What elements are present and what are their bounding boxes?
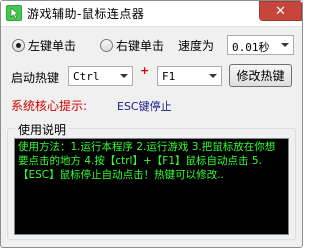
right-click-radio[interactable]	[100, 39, 113, 52]
instructions-textarea[interactable]: 使用方法：1.运行本程序 2.运行游戏 3.把鼠标放在你想要点击的地方 4.按【…	[14, 138, 289, 235]
chevron-down-icon	[209, 74, 217, 78]
speed-label: 速度为	[178, 39, 215, 53]
speed-value: 0.01秒	[232, 41, 270, 54]
window-title: 游戏辅助-鼠标连点器	[27, 7, 145, 21]
instructions-group-title: 使用说明	[15, 121, 70, 138]
hint-label: 系统核心提示:	[11, 99, 88, 113]
plus-sign: +	[140, 64, 150, 77]
left-click-radio[interactable]	[12, 39, 25, 52]
app-window: 游戏辅助-鼠标连点器 ✕ 左键单击 右键单击 速度为 0.01秒 启动热键 Ct…	[0, 0, 303, 248]
change-hotkey-button[interactable]: 修改热键	[229, 64, 292, 87]
close-button[interactable]: ✕	[259, 1, 302, 21]
hotkey-key-select[interactable]: F1	[157, 66, 222, 86]
status-text: ESC键停止	[117, 100, 172, 113]
close-icon: ✕	[275, 3, 286, 19]
title-bar[interactable]: 游戏辅助-鼠标连点器 ✕	[1, 1, 302, 27]
left-click-label[interactable]: 左键单击	[28, 37, 76, 54]
chevron-down-icon	[120, 74, 128, 78]
chevron-down-icon	[281, 43, 289, 47]
green-cursor-app-icon	[6, 5, 22, 21]
hotkey-modifier-select[interactable]: Ctrl	[68, 66, 133, 86]
hotkey-modifier-value: Ctrl	[73, 70, 100, 83]
hotkey-label: 启动热键	[11, 71, 60, 85]
right-click-label[interactable]: 右键单击	[116, 37, 164, 54]
speed-select[interactable]: 0.01秒	[227, 35, 294, 55]
instructions-text: 使用方法：1.运行本程序 2.运行游戏 3.把鼠标放在你想要点击的地方 4.按【…	[18, 141, 276, 181]
hotkey-key-value: F1	[162, 70, 176, 83]
